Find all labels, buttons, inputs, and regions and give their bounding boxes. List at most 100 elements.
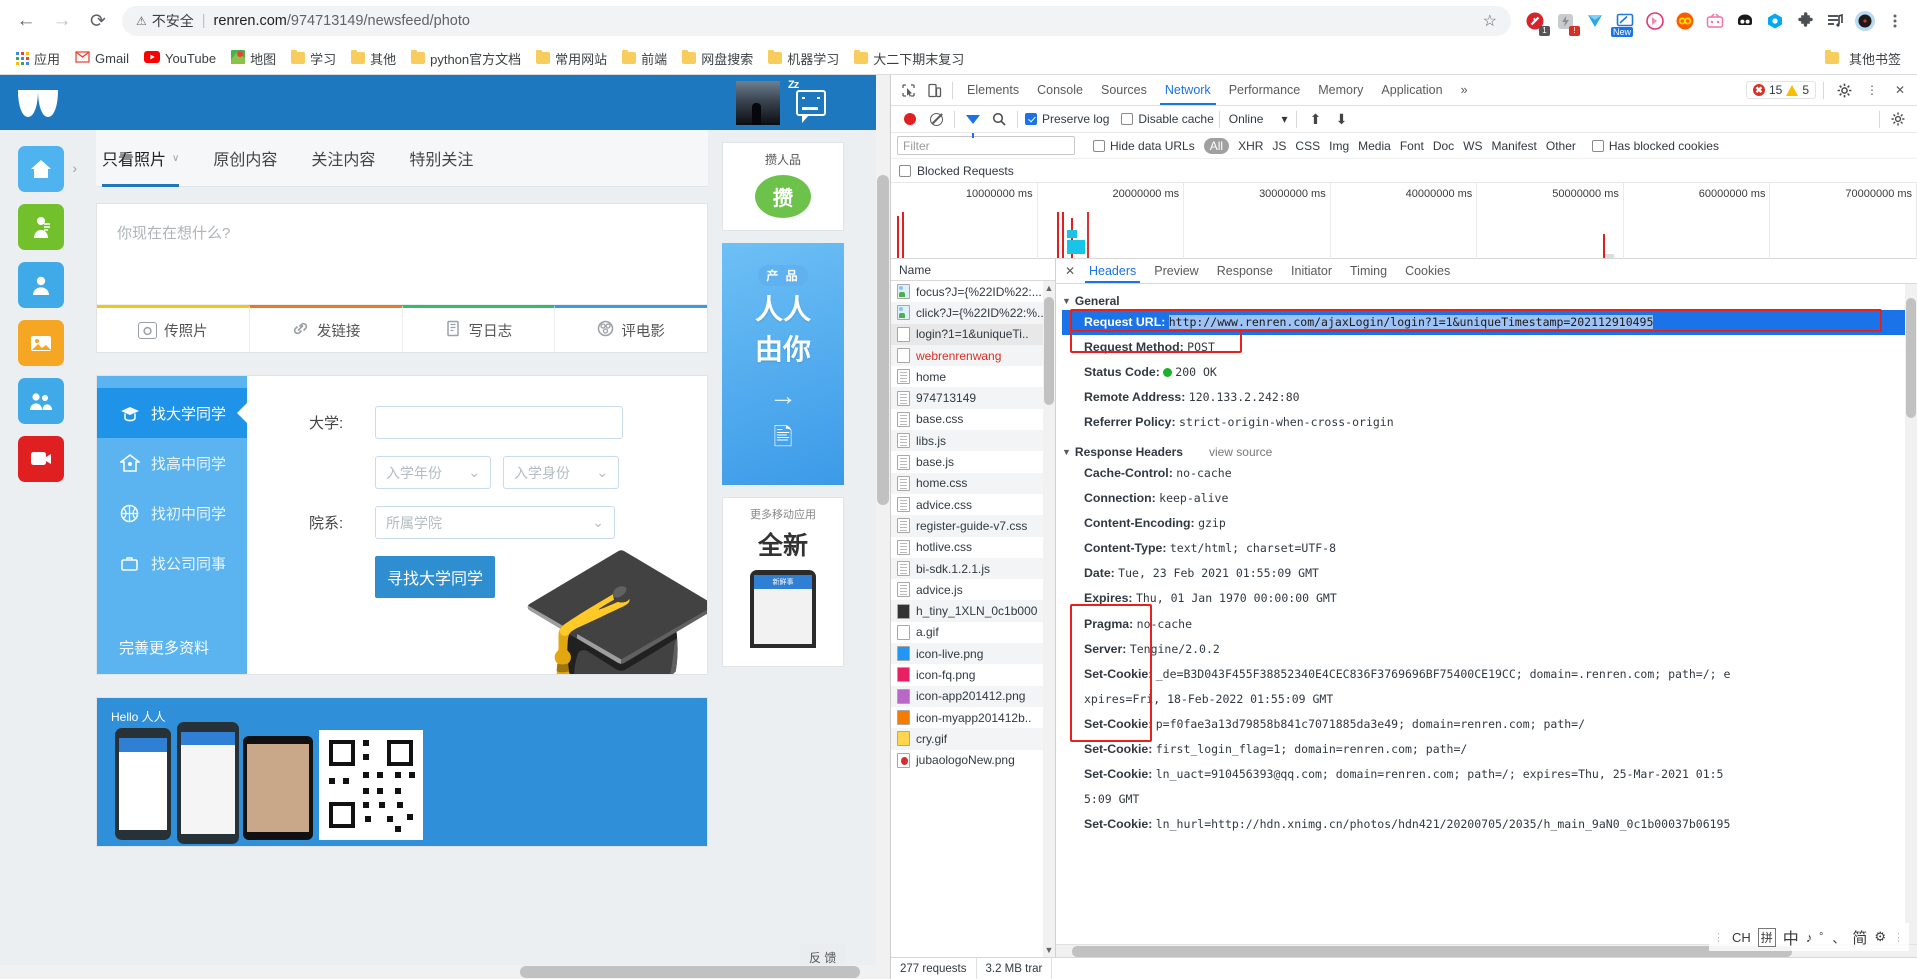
resp-content-type[interactable]: Content-Type: text/html; charset=UTF-8: [1062, 536, 1917, 561]
resp-set-cookie-1[interactable]: Set-Cookie: _de=B3D043F455F38852340E4CEC…: [1062, 662, 1917, 687]
bookmark-youtube[interactable]: YouTube: [137, 48, 223, 69]
tab-sources[interactable]: Sources: [1092, 75, 1156, 105]
simplified-icon[interactable]: 简: [1852, 927, 1867, 948]
detail-tab-initiator[interactable]: Initiator: [1282, 259, 1341, 283]
table-row[interactable]: hotlive.css: [891, 537, 1055, 558]
rail-item-profile[interactable]: [18, 204, 64, 250]
resp-set-cookie-3[interactable]: Set-Cookie: first_login_flag=1; domain=r…: [1062, 737, 1917, 762]
table-row[interactable]: h_tiny_1XLN_0c1b000: [891, 600, 1055, 622]
composer-write-blog[interactable]: 写日志: [401, 305, 555, 352]
table-row[interactable]: 974713149: [891, 387, 1055, 409]
record-stop-icon[interactable]: [897, 106, 923, 132]
enrollment-identity-select[interactable]: 入学身份 ⌄: [503, 456, 619, 489]
table-row[interactable]: icon-live.png: [891, 643, 1055, 665]
note-icon[interactable]: ♪: [1806, 930, 1813, 945]
table-row[interactable]: home.css: [891, 472, 1055, 494]
page-horizontal-scrollbar[interactable]: [0, 965, 890, 979]
view-source-link[interactable]: view source: [1209, 445, 1272, 459]
composer-review-movie[interactable]: 评电影: [554, 305, 707, 352]
enrollment-year-select[interactable]: 入学年份 ⌄: [375, 456, 491, 489]
throttling-select[interactable]: Online ▾: [1225, 112, 1292, 126]
request-rows[interactable]: focus?J={%22ID%22:... click?J={%22ID%22:…: [891, 281, 1055, 957]
tab-application[interactable]: Application: [1372, 75, 1451, 105]
detail-horizontal-scroll-thumb[interactable]: [1072, 946, 1792, 957]
filter-type-manifest[interactable]: Manifest: [1492, 139, 1537, 153]
import-har-icon[interactable]: ⬆: [1302, 106, 1328, 132]
composer-upload-photo[interactable]: 传照片: [97, 305, 249, 352]
table-row[interactable]: libs.js: [891, 430, 1055, 452]
issues-counts[interactable]: ✖ 15 5: [1745, 81, 1816, 99]
translate-extension-icon[interactable]: [1581, 7, 1609, 35]
headers-body[interactable]: ▼ General Request URL: http://www.renren…: [1056, 284, 1917, 944]
tab-elements[interactable]: Elements: [958, 75, 1028, 105]
rail-item-home[interactable]: ›: [18, 146, 77, 192]
rail-item-friends[interactable]: [18, 262, 64, 308]
filter-type-doc[interactable]: Doc: [1433, 139, 1454, 153]
bookmark-folder-review[interactable]: 大二下期末复习: [847, 46, 971, 71]
tv-extension-icon[interactable]: [1701, 7, 1729, 35]
bookmark-folder-xuexi[interactable]: 学习: [284, 46, 343, 71]
table-row[interactable]: a.gif: [891, 622, 1055, 643]
tab-special[interactable]: 特别关注: [409, 130, 473, 187]
tab-original[interactable]: 原创内容: [213, 130, 277, 187]
filter-type-img[interactable]: Img: [1329, 139, 1349, 153]
gear-icon[interactable]: [1831, 77, 1857, 103]
tab-performance[interactable]: Performance: [1220, 75, 1310, 105]
bookmark-folder-wangpan[interactable]: 网盘搜索: [675, 46, 760, 71]
filter-type-ws[interactable]: WS: [1463, 139, 1482, 153]
table-row[interactable]: focus?J={%22ID%22:...: [891, 281, 1055, 302]
bookmark-gmail[interactable]: Gmail: [68, 48, 136, 69]
tab-photos-only[interactable]: 只看照片 ∨: [102, 130, 180, 187]
detail-scrollbar[interactable]: [1905, 284, 1917, 944]
table-row[interactable]: base.js: [891, 451, 1055, 472]
profile-avatar-icon[interactable]: [1851, 7, 1879, 35]
chevron-right-icon[interactable]: ›: [72, 160, 77, 176]
close-detail-icon[interactable]: ✕: [1060, 264, 1080, 278]
page-vertical-scrollbar[interactable]: [876, 75, 890, 979]
filter-type-media[interactable]: Media: [1358, 139, 1391, 153]
table-row[interactable]: cry.gif: [891, 728, 1055, 750]
network-overview-timeline[interactable]: 10000000 ms 20000000 ms 30000000 ms 4000…: [891, 183, 1917, 259]
detail-scroll-thumb[interactable]: [1906, 298, 1916, 418]
rail-item-photos[interactable]: [18, 320, 64, 366]
table-row[interactable]: icon-myapp201412b..: [891, 707, 1055, 728]
resp-content-encoding[interactable]: Content-Encoding: gzip: [1062, 511, 1917, 536]
flash-blocker-extension-icon[interactable]: !: [1551, 7, 1580, 36]
scroll-down-arrow-icon[interactable]: ▼: [1044, 945, 1054, 955]
request-list-header[interactable]: Name: [891, 259, 1055, 281]
bookmark-folder-ml[interactable]: 机器学习: [761, 46, 846, 71]
resp-cache-control[interactable]: Cache-Control: no-cache: [1062, 461, 1917, 486]
header-status-code[interactable]: Status Code: 200 OK: [1062, 360, 1917, 385]
bookmark-folder-qita[interactable]: 其他: [344, 46, 403, 71]
inspect-element-icon[interactable]: [895, 77, 921, 103]
menu-find-highschool[interactable]: 找高中同学: [97, 438, 247, 488]
page-horizontal-scroll-thumb[interactable]: [520, 966, 860, 978]
more-panels-icon[interactable]: »: [1452, 75, 1477, 105]
filter-type-xhr[interactable]: XHR: [1238, 139, 1263, 153]
tab-network[interactable]: Network: [1156, 75, 1220, 105]
table-row[interactable]: bi-sdk.1.2.1.js: [891, 557, 1055, 580]
has-blocked-cookies-checkbox[interactable]: Has blocked cookies: [1591, 139, 1719, 153]
tab-console[interactable]: Console: [1028, 75, 1092, 105]
punctuation-icon[interactable]: ゜、: [1819, 928, 1845, 947]
detail-tab-timing[interactable]: Timing: [1341, 259, 1396, 283]
gem-extension-icon[interactable]: [1761, 7, 1789, 35]
aside-mobile-card[interactable]: 更多移动应用 全新 新鲜事: [722, 497, 844, 667]
messages-button[interactable]: Zz: [780, 75, 842, 130]
resp-set-cookie-4[interactable]: Set-Cookie: ln_uact=910456393@qq.com; do…: [1062, 762, 1917, 787]
aside-product-ad[interactable]: 产 品 人人 由你 → 🖹: [722, 243, 844, 485]
detail-tab-cookies[interactable]: Cookies: [1396, 259, 1459, 283]
address-bar[interactable]: ⚠ 不安全 | renren.com/974713149/newsfeed/ph…: [122, 6, 1511, 36]
resp-set-cookie-5[interactable]: Set-Cookie: ln_hurl=http://hdn.xnimg.cn/…: [1062, 812, 1917, 837]
header-remote-address[interactable]: Remote Address: 120.133.2.242:80: [1062, 385, 1917, 410]
chinese-mode-icon[interactable]: 中: [1783, 925, 1799, 949]
table-row[interactable]: icon-fq.png: [891, 664, 1055, 685]
ime-settings-icon[interactable]: ⚙: [1874, 929, 1886, 945]
table-row[interactable]: base.css: [891, 409, 1055, 430]
infinity-extension-icon[interactable]: [1671, 7, 1699, 35]
reload-button[interactable]: ⟳: [80, 3, 116, 39]
video-speed-extension-icon[interactable]: [1641, 7, 1669, 35]
filter-icon[interactable]: [960, 106, 986, 138]
university-input[interactable]: [375, 406, 623, 439]
menu-find-university[interactable]: 找大学同学: [97, 388, 248, 438]
